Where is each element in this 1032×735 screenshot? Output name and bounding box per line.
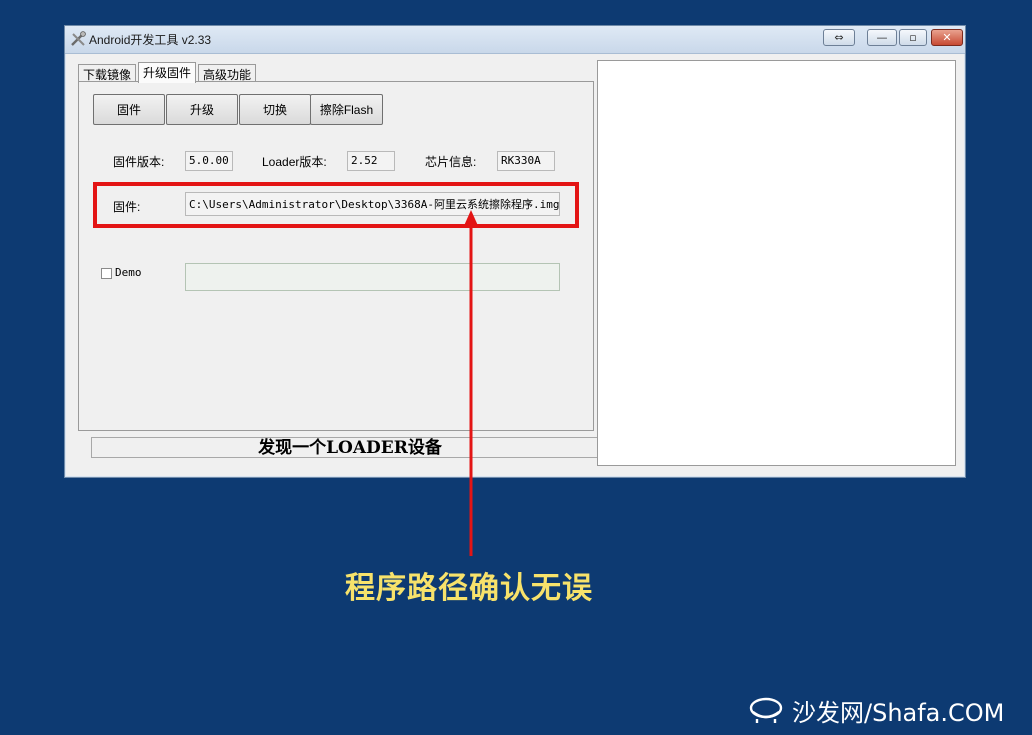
watermark: 沙发网/Shafa.COM	[748, 690, 1004, 730]
window-title: Android开发工具 v2.33	[89, 33, 212, 47]
upgrade-firmware-panel: 固件 升级 切换 擦除Flash 固件版本: 5.0.00 Loader版本: …	[78, 81, 594, 431]
firmware-version-label: 固件版本:	[113, 155, 165, 169]
tools-icon	[71, 31, 86, 46]
progress-bar	[185, 263, 560, 291]
log-panel[interactable]	[597, 60, 956, 466]
restore-icon: ⇔	[834, 31, 844, 44]
firmware-version-field: 5.0.00	[185, 151, 233, 171]
app-window: Android开发工具 v2.33 ⇔ — ▫ ✕ 下载镜像 升级固件 高级功能…	[64, 25, 966, 478]
close-icon: ✕	[942, 31, 952, 44]
tab-upgrade-firmware[interactable]: 升级固件	[138, 62, 197, 83]
highlight-box	[93, 182, 579, 228]
maximize-button[interactable]: ▫	[899, 29, 927, 46]
switch-button[interactable]: 切换	[239, 94, 311, 125]
tab-download-image[interactable]: 下载镜像	[78, 64, 137, 82]
maximize-icon: ▫	[909, 31, 917, 44]
title-bar[interactable]: Android开发工具 v2.33 ⇔ — ▫ ✕	[65, 26, 965, 54]
minimize-icon: —	[876, 31, 888, 44]
chip-info-field: RK330A	[497, 151, 555, 171]
annotation-caption: 程序路径确认无误	[345, 571, 593, 606]
erase-flash-button[interactable]: 擦除Flash	[310, 94, 383, 125]
upgrade-button[interactable]: 升级	[166, 94, 238, 125]
tab-advanced[interactable]: 高级功能	[198, 64, 257, 82]
watermark-text: 沙发网/Shafa.COM	[792, 698, 1005, 727]
close-button[interactable]: ✕	[931, 29, 963, 46]
restore-button[interactable]: ⇔	[823, 29, 855, 46]
loader-version-label: Loader版本:	[262, 155, 327, 169]
firmware-button[interactable]: 固件	[93, 94, 165, 125]
sofa-icon	[749, 697, 783, 723]
demo-checkbox[interactable]	[101, 268, 112, 279]
demo-label: Demo	[115, 266, 142, 279]
status-text: 发现一个LOADER设备	[258, 438, 442, 458]
status-bar: 发现一个LOADER设备	[91, 437, 607, 458]
chip-info-label: 芯片信息:	[425, 155, 477, 169]
minimize-button[interactable]: —	[867, 29, 897, 46]
left-panel: 下载镜像 升级固件 高级功能 固件 升级 切换 擦除Flash 固件版本: 5.…	[78, 62, 607, 458]
loader-version-field: 2.52	[347, 151, 395, 171]
